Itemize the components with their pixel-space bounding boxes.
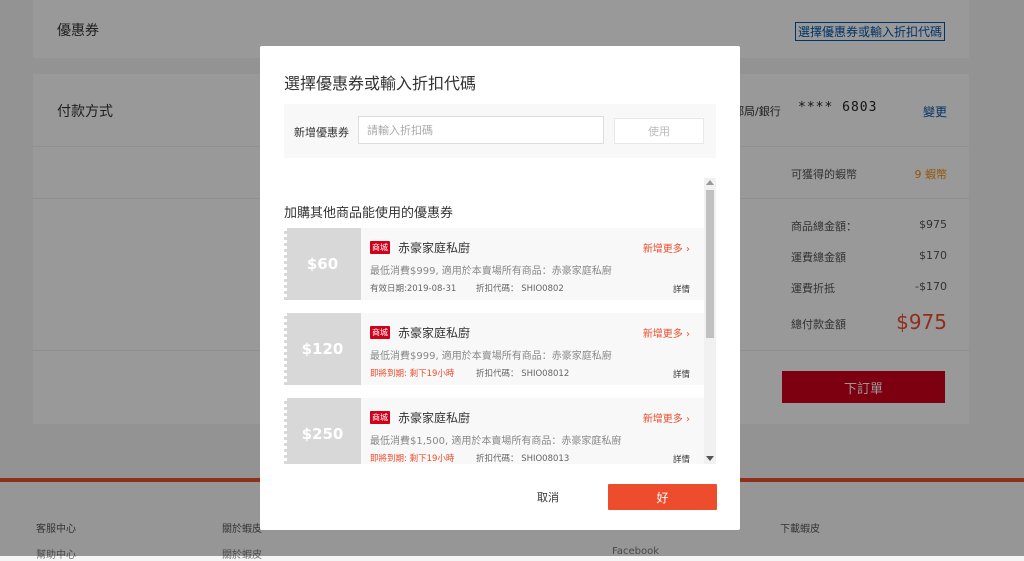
add-more-link[interactable]: 新增更多 ›: [643, 240, 690, 255]
chevron-right-icon: ›: [686, 244, 690, 255]
coupon-expiry: 即將到期: 剩下19小時: [370, 454, 455, 464]
details-link[interactable]: 詳情: [673, 368, 690, 380]
scrollbar[interactable]: [704, 178, 716, 464]
coupon-card[interactable]: $60 商城 赤豪家庭私廚 新增更多 › 最低消費$999, 適用於本賣場所有商…: [284, 228, 704, 300]
scroll-thumb[interactable]: [706, 190, 714, 338]
coupon-modal: 選擇優惠券或輸入折扣代碼 新增優惠券 使用 加購其他商品能使用的優惠券 $60 …: [260, 46, 740, 530]
add-more-label: 新增更多: [642, 329, 683, 340]
add-coupon-label: 新增優惠券: [294, 126, 349, 139]
shop-name: 赤豪家庭私廚: [398, 326, 471, 340]
cancel-button[interactable]: 取消: [512, 484, 584, 510]
chevron-right-icon: ›: [686, 329, 690, 340]
use-button[interactable]: 使用: [614, 118, 704, 144]
shop-name: 赤豪家庭私廚: [398, 411, 471, 425]
coupon-card[interactable]: $250 商城 赤豪家庭私廚 新增更多 › 最低消費$1,500, 適用於本賣場…: [284, 398, 704, 464]
details-link[interactable]: 詳情: [673, 453, 690, 464]
coupon-description: 最低消費$1,500, 適用於本賣場所有商品：赤豪家庭私廚: [370, 436, 622, 447]
shop-name: 赤豪家庭私廚: [398, 241, 471, 255]
coupon-description: 最低消費$999, 適用於本賣場所有商品：赤豪家庭私廚: [370, 351, 612, 362]
coupon-amount: $60: [284, 228, 361, 300]
details-link[interactable]: 詳情: [673, 283, 690, 295]
mall-tag: 商城: [370, 241, 390, 254]
chevron-right-icon: ›: [686, 414, 690, 425]
coupon-expiry: 即將到期: 剩下19小時: [370, 369, 455, 379]
modal-title: 選擇優惠券或輸入折扣代碼: [284, 74, 477, 93]
add-more-label: 新增更多: [642, 414, 683, 425]
add-more-label: 新增更多: [642, 244, 683, 255]
coupon-code: 折扣代碼： SHIO0802: [476, 284, 564, 294]
ok-button[interactable]: 好: [608, 484, 717, 510]
coupon-code: 折扣代碼： SHIO08012: [476, 369, 570, 379]
coupon-list[interactable]: 加購其他商品能使用的優惠券 $60 商城 赤豪家庭私廚 新增更多 › 最低消費$…: [284, 178, 716, 464]
coupon-expiry: 有效日期:2019-08-31: [370, 284, 457, 294]
mall-tag: 商城: [370, 326, 390, 339]
coupon-amount: $120: [284, 313, 361, 385]
add-more-link[interactable]: 新增更多 ›: [643, 410, 690, 425]
coupon-card[interactable]: $120 商城 赤豪家庭私廚 新增更多 › 最低消費$999, 適用於本賣場所有…: [284, 313, 704, 385]
coupon-code-input[interactable]: [358, 116, 604, 144]
coupon-description: 最低消費$999, 適用於本賣場所有商品：赤豪家庭私廚: [370, 266, 612, 277]
add-more-link[interactable]: 新增更多 ›: [643, 325, 690, 340]
arrow-down-icon[interactable]: [706, 456, 714, 461]
add-coupon-box: 新增優惠券 使用: [284, 104, 716, 158]
section-title: 加購其他商品能使用的優惠券: [284, 206, 454, 221]
coupon-code: 折扣代碼： SHIO08013: [476, 454, 570, 464]
mall-tag: 商城: [370, 411, 390, 424]
coupon-amount: $250: [284, 398, 361, 464]
arrow-up-icon[interactable]: [706, 180, 714, 185]
